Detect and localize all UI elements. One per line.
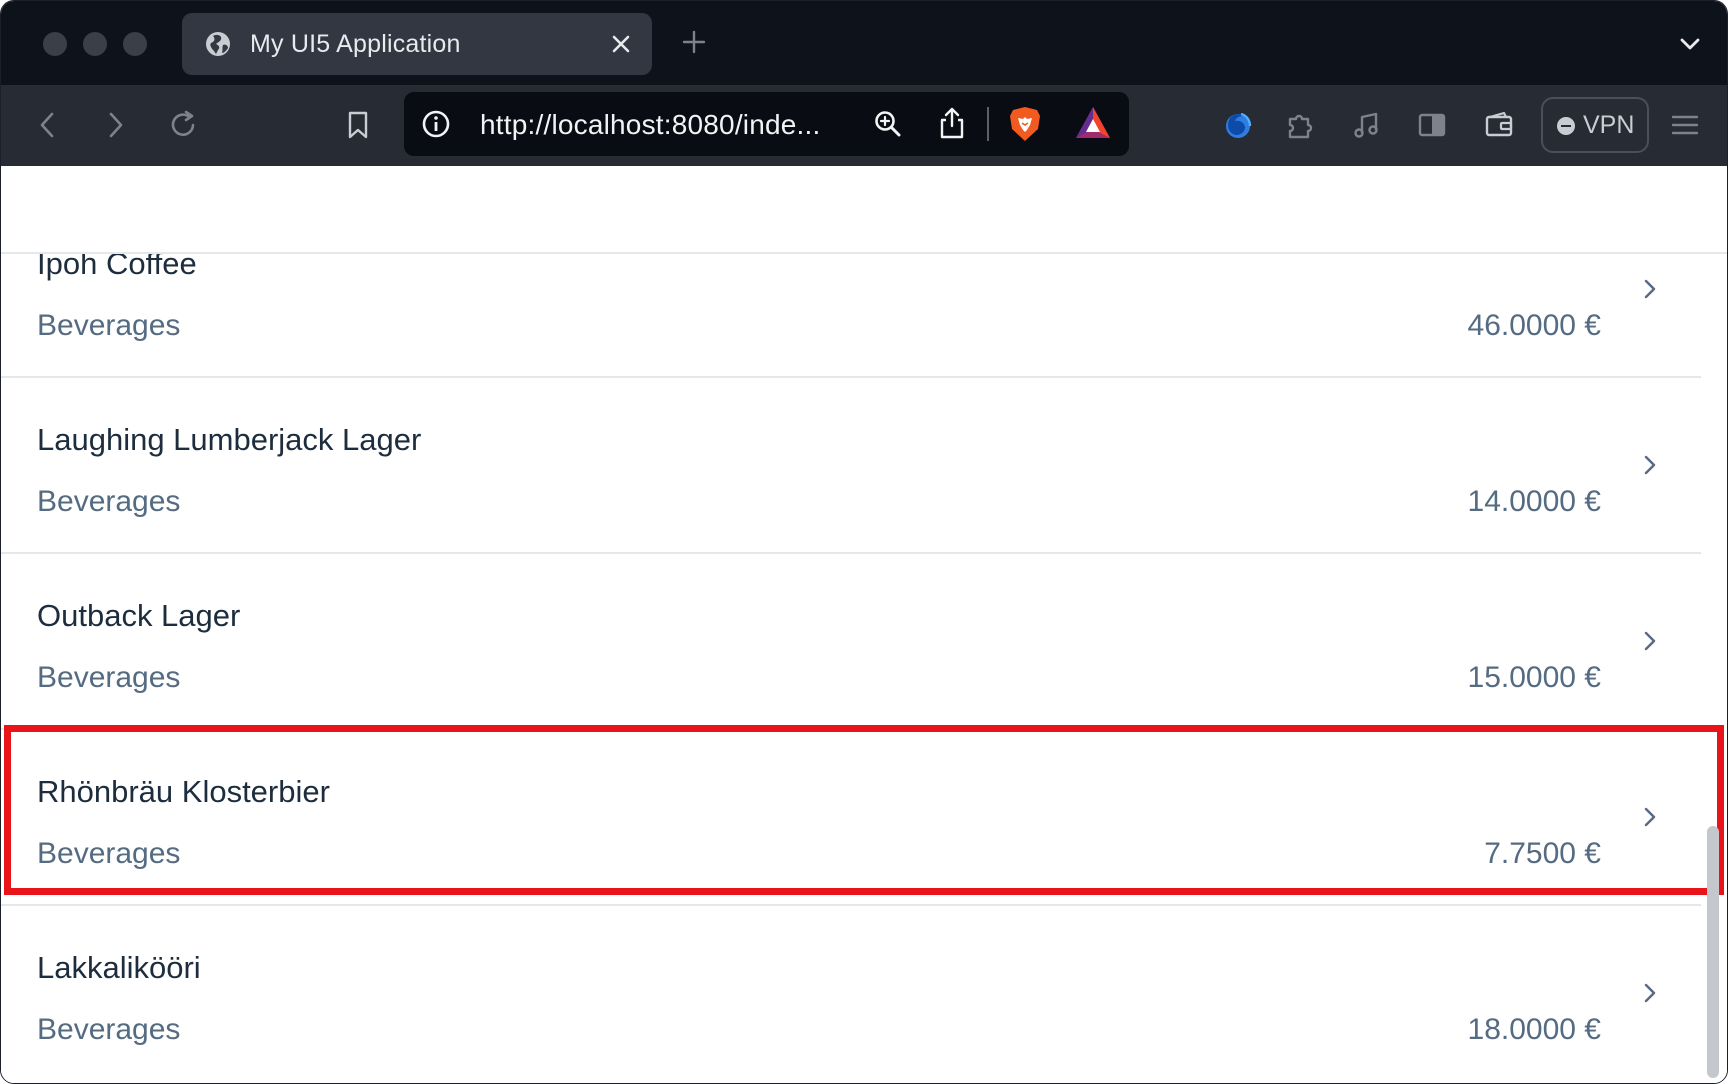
extensions-icon[interactable] bbox=[1283, 108, 1317, 142]
share-icon[interactable] bbox=[936, 106, 968, 140]
reload-icon[interactable] bbox=[166, 108, 200, 142]
url-text[interactable]: http://localhost:8080/inde... bbox=[480, 109, 820, 141]
close-window-button[interactable] bbox=[43, 32, 67, 56]
product-price: 18.0000 € bbox=[1467, 1013, 1601, 1046]
product-price: 15.0000 € bbox=[1467, 661, 1601, 694]
chevron-right-icon bbox=[1644, 455, 1656, 475]
page-header bbox=[1, 166, 1727, 254]
product-category: Beverages bbox=[37, 661, 181, 694]
music-icon[interactable] bbox=[1349, 108, 1383, 142]
product-price: 14.0000 € bbox=[1467, 485, 1601, 518]
list-item[interactable]: Laughing Lumberjack Lager Beverages 14.0… bbox=[1, 378, 1701, 554]
tab-title: My UI5 Application bbox=[250, 30, 461, 58]
maximize-window-button[interactable] bbox=[123, 32, 147, 56]
vpn-status-icon bbox=[1557, 117, 1575, 135]
address-bar[interactable]: http://localhost:8080/inde... bbox=[404, 92, 1129, 156]
scrollbar-thumb[interactable] bbox=[1707, 826, 1719, 1078]
product-category: Beverages bbox=[37, 837, 181, 870]
minimize-window-button[interactable] bbox=[83, 32, 107, 56]
product-name: Rhönbräu Klosterbier bbox=[37, 774, 330, 809]
product-name: Lakkalikööri bbox=[37, 950, 201, 985]
zoom-icon[interactable] bbox=[872, 108, 904, 140]
globe-icon bbox=[206, 32, 230, 56]
divider bbox=[987, 107, 989, 141]
product-name: Outback Lager bbox=[37, 598, 241, 633]
info-icon[interactable] bbox=[420, 108, 452, 140]
product-price: 7.7500 € bbox=[1484, 837, 1601, 870]
vpn-button[interactable]: VPN bbox=[1541, 97, 1649, 153]
forward-icon[interactable] bbox=[98, 108, 132, 142]
chevron-right-icon bbox=[1644, 807, 1656, 827]
close-tab-icon[interactable] bbox=[606, 29, 636, 59]
browser-window: My UI5 Application http://localhost:8080… bbox=[0, 0, 1728, 1084]
chevron-right-icon bbox=[1644, 983, 1656, 1003]
tab-active[interactable]: My UI5 Application bbox=[182, 13, 652, 75]
wallet-icon[interactable] bbox=[1482, 108, 1516, 142]
list-item[interactable]: Outback Lager Beverages 15.0000 € bbox=[1, 554, 1701, 730]
page-content: Ipoh Coffee Beverages 46.0000 € Laughing… bbox=[1, 166, 1727, 1083]
product-category: Beverages bbox=[37, 1013, 181, 1046]
browser-toolbar: http://localhost:8080/inde... VPN bbox=[1, 85, 1727, 166]
product-category: Beverages bbox=[37, 309, 181, 342]
product-name: Laughing Lumberjack Lager bbox=[37, 422, 422, 457]
bookmark-icon[interactable] bbox=[341, 108, 375, 142]
vpn-label: VPN bbox=[1583, 111, 1635, 139]
list-item-highlighted[interactable]: Rhönbräu Klosterbier Beverages 7.7500 € bbox=[1, 730, 1701, 906]
product-category: Beverages bbox=[37, 485, 181, 518]
firefox-sync-icon[interactable] bbox=[1221, 108, 1255, 142]
chevron-right-icon bbox=[1644, 631, 1656, 651]
menu-icon[interactable] bbox=[1668, 108, 1702, 142]
product-price: 46.0000 € bbox=[1467, 309, 1601, 342]
sidebar-icon[interactable] bbox=[1415, 108, 1449, 142]
brave-shields-icon[interactable] bbox=[1007, 105, 1043, 143]
tab-strip: My UI5 Application bbox=[1, 1, 1727, 85]
chevron-down-icon[interactable] bbox=[1675, 29, 1705, 59]
chevron-right-icon bbox=[1644, 279, 1656, 299]
back-icon[interactable] bbox=[31, 108, 65, 142]
new-tab-icon[interactable] bbox=[679, 27, 709, 57]
list-item[interactable]: Lakkalikööri Beverages 18.0000 € bbox=[1, 906, 1701, 1082]
brave-rewards-icon[interactable] bbox=[1074, 105, 1112, 141]
